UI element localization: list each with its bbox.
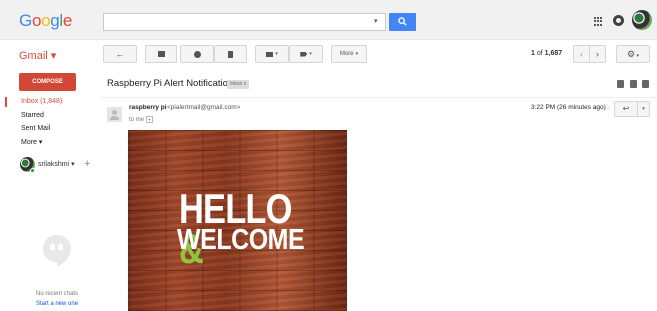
sender-email: <pialertmail@gmail.com>: [167, 104, 241, 111]
print-icon[interactable]: [629, 80, 637, 88]
sidebar-item-more[interactable]: More ▾: [21, 138, 42, 146]
image-text-welcome: WELCOME: [177, 224, 305, 256]
folder-icon: [266, 51, 274, 57]
recipient-text: to me: [129, 117, 145, 123]
chevron-right-icon: ›: [596, 49, 599, 59]
search-icon: [398, 17, 407, 26]
report-spam-button[interactable]: [180, 45, 214, 63]
trash-icon: [228, 50, 233, 58]
reply-icon: ↩: [622, 104, 630, 113]
settings-button[interactable]: ⚙ ▾: [616, 45, 650, 63]
chevron-down-icon: ▾: [355, 51, 359, 57]
online-status-icon: [30, 168, 35, 173]
more-options-button[interactable]: ▾: [637, 101, 650, 117]
message-subject: Raspberry Pi Alert Notification: [107, 78, 234, 89]
newer-button[interactable]: ‹: [573, 45, 590, 63]
move-to-button[interactable]: ▾: [255, 45, 289, 63]
sidebar-item-starred[interactable]: Starred: [21, 112, 44, 119]
chevron-down-icon: ▾: [275, 51, 278, 57]
notifications-icon[interactable]: [613, 15, 624, 26]
hello-welcome-image: HELLO & WELCOME: [128, 130, 347, 311]
older-button[interactable]: ›: [589, 45, 606, 63]
sender-avatar: [107, 107, 122, 122]
inbox-label-badge[interactable]: Inbox x: [227, 80, 250, 89]
labels-button[interactable]: ▾: [289, 45, 323, 63]
reply-button[interactable]: ↩: [614, 101, 638, 117]
compose-button[interactable]: COMPOSE: [19, 73, 76, 91]
gmail-menu[interactable]: Gmail ▾: [19, 49, 56, 62]
new-window-icon[interactable]: [642, 80, 649, 88]
star-icon[interactable]: ☆: [603, 102, 611, 113]
sidebar-item-inbox[interactable]: Inbox (1,848): [21, 98, 62, 105]
divider: [100, 97, 657, 98]
hangouts-icon: [43, 235, 71, 267]
message-actions: [617, 80, 649, 89]
gear-icon: ⚙: [627, 49, 636, 59]
back-arrow-icon: ←: [115, 49, 125, 59]
active-indicator: [5, 97, 7, 107]
apps-grid-icon[interactable]: [594, 17, 603, 26]
show-details-icon[interactable]: ▾: [146, 116, 153, 123]
archive-button[interactable]: [145, 45, 177, 63]
no-chats-text: No recent chats: [36, 291, 79, 297]
chevron-left-icon: ‹: [580, 49, 583, 59]
hangouts-user-menu[interactable]: srilakshmi ▾: [38, 160, 75, 168]
sender-name[interactable]: raspberry pi: [129, 104, 167, 111]
sidebar-item-sent[interactable]: Sent Mail: [21, 125, 50, 132]
archive-icon: [157, 51, 165, 57]
close-icon[interactable]: x: [244, 81, 247, 87]
chevron-down-icon: ▾: [309, 51, 312, 57]
spam-icon: [193, 50, 201, 58]
account-avatar[interactable]: [632, 10, 652, 30]
search-options-icon[interactable]: ▾: [374, 17, 378, 25]
search-button[interactable]: [389, 13, 416, 31]
chevron-down-icon: ▾: [642, 106, 645, 112]
back-button[interactable]: ←: [103, 45, 137, 63]
add-contact-icon[interactable]: +: [84, 158, 90, 170]
google-logo[interactable]: Google: [19, 11, 72, 31]
message-timestamp: 3:22 PM (26 minutes ago): [531, 104, 606, 111]
search-input[interactable]: [103, 13, 386, 31]
start-chat-link[interactable]: Start a new one: [36, 301, 78, 307]
expand-all-icon[interactable]: [617, 80, 624, 88]
more-actions-button[interactable]: More ▾: [331, 45, 367, 63]
delete-button[interactable]: [214, 45, 247, 63]
label-icon: [300, 51, 308, 57]
pager-count: 1 of 1,687: [531, 50, 563, 57]
chevron-down-icon: ▾: [635, 53, 639, 59]
